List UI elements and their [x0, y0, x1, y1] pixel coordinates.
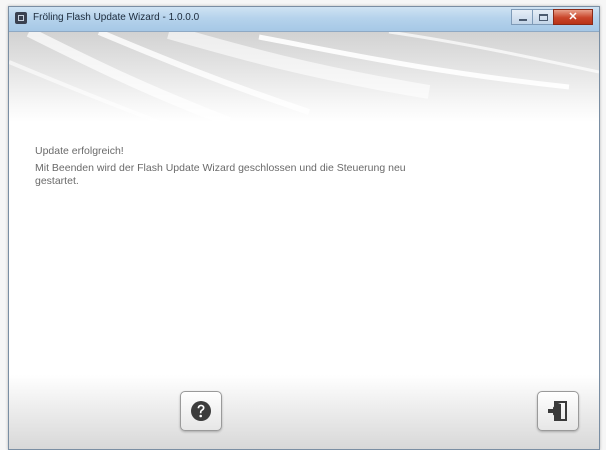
close-button[interactable]: ✕	[553, 9, 593, 25]
title-bar[interactable]: Fröling Flash Update Wizard - 1.0.0.0 ✕	[9, 7, 599, 32]
minimize-button[interactable]	[511, 9, 533, 25]
exit-button[interactable]	[537, 391, 579, 431]
help-button[interactable]	[180, 391, 222, 431]
info-message: Mit Beenden wird der Flash Update Wizard…	[35, 162, 406, 187]
success-message: Update erfolgreich!	[35, 145, 124, 157]
exit-door-icon	[548, 401, 567, 421]
close-icon: ✕	[568, 11, 578, 23]
window-controls: ✕	[511, 9, 593, 27]
wizard-window: Fröling Flash Update Wizard - 1.0.0.0 ✕ …	[8, 6, 600, 450]
app-icon	[15, 12, 27, 24]
maximize-button[interactable]	[532, 9, 554, 25]
button-bar	[9, 375, 599, 449]
help-question-icon	[191, 401, 211, 421]
header-banner	[9, 32, 599, 122]
banner-swoosh-graphic	[9, 32, 599, 122]
message-area: Update erfolgreich! Mit Beenden wird der…	[35, 145, 555, 192]
window-title: Fröling Flash Update Wizard - 1.0.0.0	[33, 12, 200, 23]
